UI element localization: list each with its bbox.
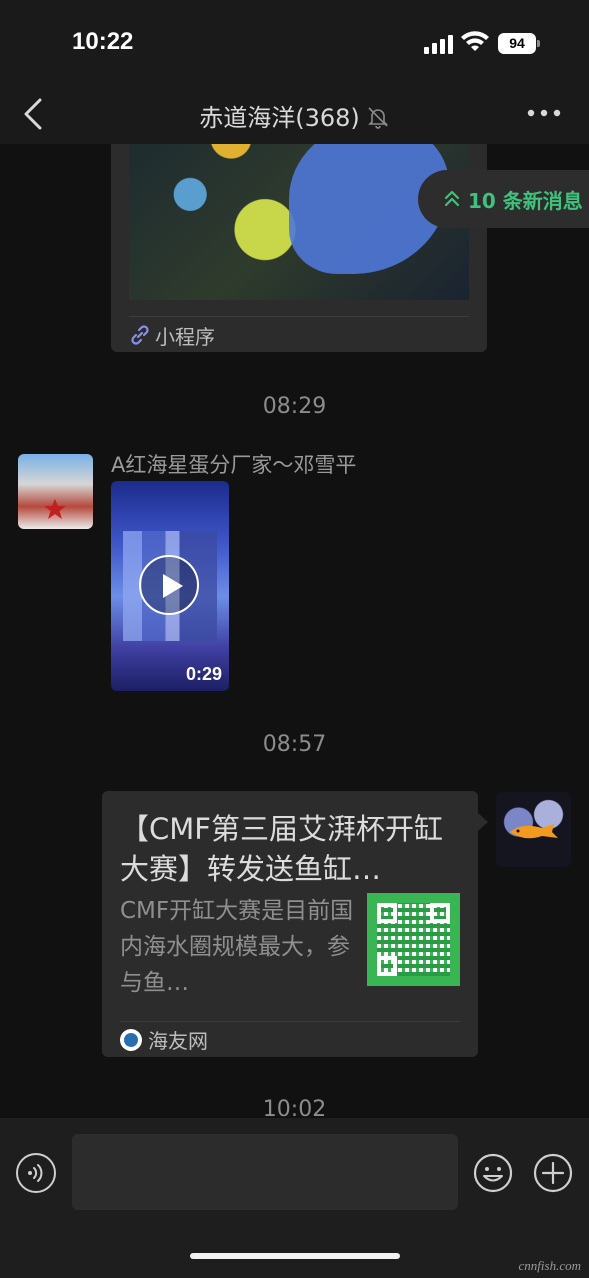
voice-icon[interactable] (16, 1153, 56, 1193)
mini-program-label: 小程序 (155, 324, 215, 349)
video-message[interactable]: 0:29 (111, 481, 229, 691)
video-duration: 0:29 (185, 664, 222, 684)
avatar[interactable] (496, 792, 571, 867)
message-timestamp: 08:57 (262, 732, 327, 757)
nav-bar: 赤道海洋(368) (0, 88, 589, 144)
site-logo-icon (120, 1028, 142, 1051)
plus-icon[interactable] (533, 1153, 573, 1193)
battery-level: 94 (498, 33, 536, 54)
battery-icon: 94 (498, 33, 540, 54)
article-description: CMF开缸大赛是目前国内海水圈规模最大，参与鱼… (120, 898, 354, 996)
article-thumbnail (367, 893, 460, 986)
article-title: 【CMF第三届艾湃杯开缸大赛】转发送鱼缸… (120, 812, 443, 886)
wifi-icon (461, 31, 489, 51)
mute-bell-icon (367, 107, 388, 129)
mini-program-image (129, 144, 469, 300)
avatar[interactable] (18, 454, 93, 529)
new-messages-label: 10 条新消息 (468, 188, 583, 213)
message-timestamp: 10:02 (262, 1097, 327, 1118)
message-timestamp: 08:29 (262, 394, 327, 419)
watermark: cnnfish.com (518, 1258, 581, 1273)
home-indicator (190, 1253, 400, 1259)
article-source-name: 海友网 (148, 1029, 208, 1053)
article-card[interactable]: 【CMF第三届艾湃杯开缸大赛】转发送鱼缸… CMF开缸大赛是目前国内海水圈规模最… (102, 791, 488, 1057)
chat-screen: 10:22 94 赤道海洋(368) 小程序 08:29 A红海星蛋分厂家～邓雪… (0, 0, 589, 1278)
status-time: 10:22 (72, 28, 134, 55)
link-icon (131, 325, 149, 345)
article-source: 海友网 (120, 1025, 208, 1054)
play-icon[interactable] (139, 555, 199, 615)
sender-name: A红海星蛋分厂家～邓雪平 (111, 453, 357, 477)
double-chevron-up-icon (444, 190, 460, 207)
chat-title: 赤道海洋(368) (0, 98, 589, 133)
more-icon[interactable] (527, 108, 561, 118)
new-messages-button[interactable]: 10 条新消息 (418, 170, 589, 228)
chat-messages[interactable]: 小程序 08:29 A红海星蛋分厂家～邓雪平 0:29 08:57 【CMF第三… (0, 144, 589, 1118)
status-bar: 10:22 94 (0, 0, 589, 88)
chat-title-text: 赤道海洋(368) (199, 104, 360, 132)
message-input[interactable] (72, 1134, 458, 1210)
emoji-icon[interactable] (473, 1153, 513, 1193)
cellular-signal-icon (424, 34, 454, 54)
mini-program-footer: 小程序 (129, 322, 215, 349)
